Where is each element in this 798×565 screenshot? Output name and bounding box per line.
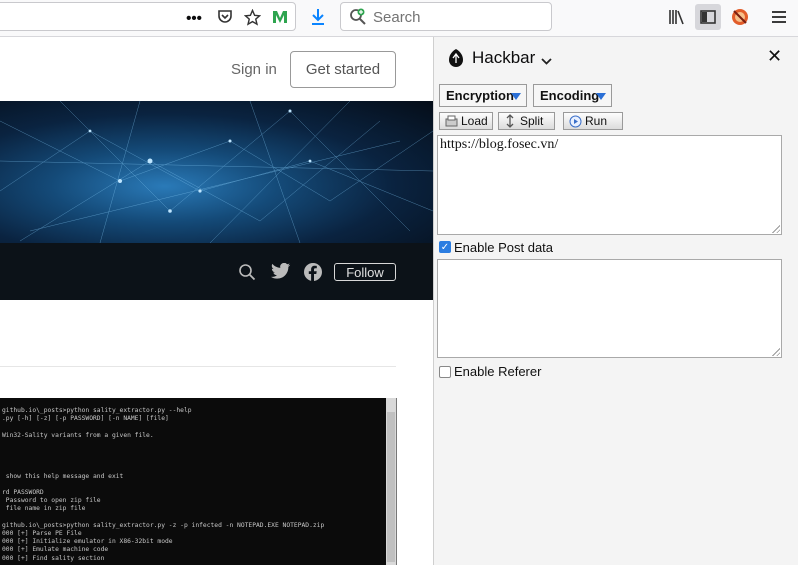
terminal-line: github.io\_posts>python sality_extractor… <box>2 521 325 529</box>
terminal-scrollbar <box>386 398 396 565</box>
terminal-line: rd PASSWORD <box>2 489 44 496</box>
load-label: Load <box>461 114 488 128</box>
follow-button[interactable]: Follow <box>334 263 396 281</box>
encryption-label: Encryption <box>446 88 514 103</box>
split-button[interactable]: Split <box>498 112 555 130</box>
url-textarea[interactable]: https://blog.fosec.vn/ <box>437 135 782 235</box>
network-graphic <box>0 101 433 243</box>
load-icon <box>444 114 458 128</box>
encoding-dropdown[interactable]: Encoding <box>533 84 612 107</box>
signin-link[interactable]: Sign in <box>231 61 277 78</box>
post-data-textarea[interactable] <box>437 259 782 358</box>
terminal-line: Win32-Sality variants from a given file. <box>2 431 154 439</box>
run-icon <box>568 114 582 128</box>
terminal-screenshot: github.io\_posts>python sality_extractor… <box>0 398 397 565</box>
twitter-icon[interactable] <box>271 262 291 281</box>
encoding-label: Encoding <box>540 88 600 103</box>
chevron-down-icon[interactable] <box>541 53 552 71</box>
dropdown-arrow-icon <box>596 93 606 100</box>
enable-post-checkbox[interactable]: ✓ <box>439 241 451 253</box>
more-icon[interactable]: ••• <box>183 7 205 29</box>
menu-icon[interactable] <box>768 6 790 28</box>
split-icon <box>503 114 517 128</box>
get-started-button[interactable]: Get started <box>290 51 396 88</box>
web-page: Sign in Get started Follow github.io\_po… <box>0 37 433 565</box>
url-text: https://blog.fosec.vn/ <box>440 137 559 152</box>
terminal-line: 000 [+] Emulate machine code <box>2 546 109 554</box>
hackbar-title[interactable]: Hackbar <box>472 48 535 68</box>
encryption-dropdown[interactable]: Encryption <box>439 84 527 107</box>
facebook-icon[interactable] <box>304 263 322 281</box>
download-icon[interactable] <box>307 6 329 28</box>
run-label: Run <box>585 114 608 128</box>
terminal-line: 000 [+] Initialize emulator in X86-32bit… <box>2 538 173 546</box>
load-button[interactable]: Load <box>439 112 493 130</box>
resize-grip-icon[interactable] <box>771 347 780 356</box>
run-button[interactable]: Run <box>563 112 623 130</box>
dropdown-arrow-icon <box>511 93 521 100</box>
terminal-line: Password to open zip file <box>2 497 101 505</box>
extension-icon[interactable] <box>729 6 751 28</box>
enable-referer-checkbox[interactable] <box>439 366 451 378</box>
medium-extension-icon[interactable] <box>269 6 291 28</box>
hackbar-logo-icon <box>448 49 464 72</box>
publication-navbar: Follow <box>0 243 433 300</box>
url-bar[interactable]: ••• <box>0 2 296 31</box>
content-divider <box>0 366 396 367</box>
terminal-line: github.io\_posts>python sality_extractor… <box>2 407 192 414</box>
close-icon[interactable]: ✕ <box>767 46 782 67</box>
enable-post-label[interactable]: Enable Post data <box>454 240 553 255</box>
search-bar[interactable]: Search <box>340 2 552 31</box>
hackbar-sidebar: Hackbar ✕ Encryption Encoding Load Split… <box>433 37 798 565</box>
split-label: Split <box>520 114 544 128</box>
terminal-line: .py [-h] [-z] [-p PASSWORD] [-n NAME] [f… <box>2 415 169 423</box>
terminal-line: file name in zip file <box>2 505 86 513</box>
resize-grip-icon[interactable] <box>771 224 780 233</box>
search-icon[interactable] <box>238 263 256 281</box>
search-icon <box>348 7 368 32</box>
bookmark-star-icon[interactable] <box>241 6 263 28</box>
terminal-line: 000 [+] Find sality section <box>2 554 105 562</box>
terminal-line: 000 [+] Parse PE File <box>2 530 82 537</box>
sidebar-icon[interactable] <box>695 4 721 30</box>
enable-referer-label[interactable]: Enable Referer <box>454 364 541 379</box>
browser-toolbar: ••• Search <box>0 0 798 37</box>
search-placeholder: Search <box>373 9 421 26</box>
terminal-line: show this help message and exit <box>2 472 124 480</box>
library-icon[interactable] <box>666 6 688 28</box>
pocket-icon[interactable] <box>214 6 236 28</box>
header-banner-image <box>0 101 433 243</box>
